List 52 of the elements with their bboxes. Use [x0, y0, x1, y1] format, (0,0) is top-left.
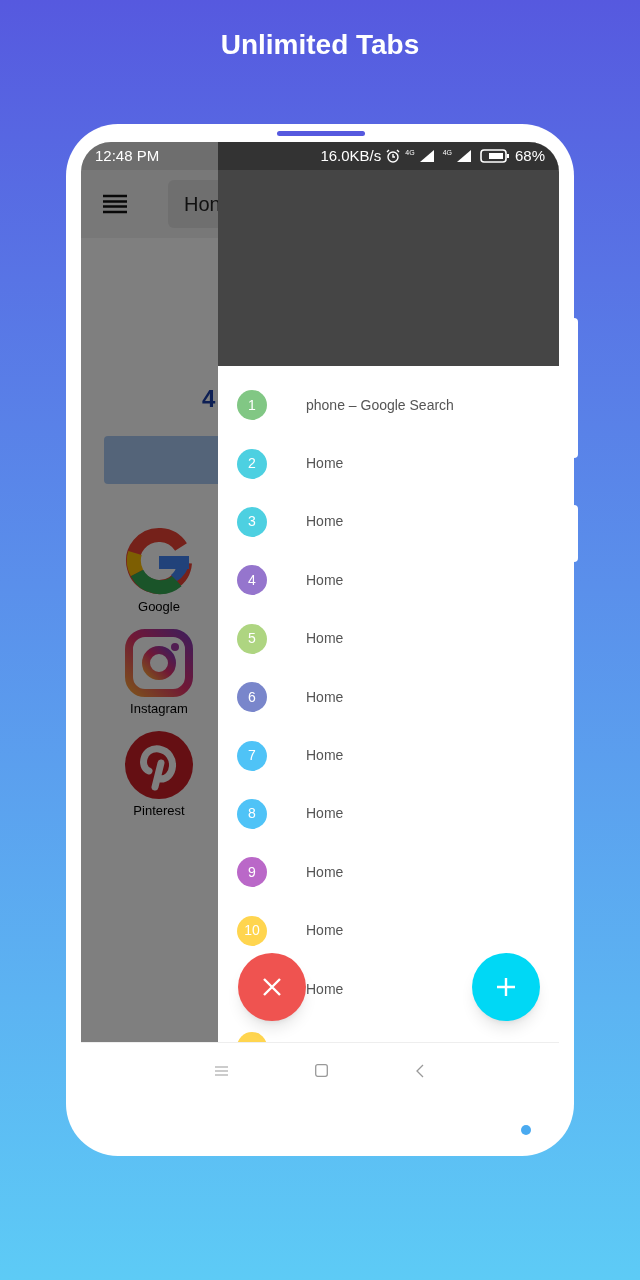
tab-title: Home	[306, 512, 344, 532]
battery-percent: 68%	[514, 145, 545, 166]
shortcut-label: Google	[138, 599, 180, 615]
tab-number: 4	[237, 565, 267, 596]
tab-title: Home	[306, 746, 344, 766]
tab-title: Home	[306, 454, 344, 474]
signal-icon	[456, 150, 471, 162]
tab-title: Home	[306, 979, 344, 999]
tab-number: 8	[237, 798, 267, 829]
home-icon[interactable]	[315, 1064, 328, 1077]
tab-number: 6	[237, 682, 267, 713]
tab-number: 7	[237, 740, 267, 771]
tab-item[interactable]: 8 Home	[218, 784, 559, 844]
tab-item[interactable]: 6 Home	[218, 667, 559, 727]
tab-title: Home	[306, 629, 344, 649]
tab-number: 1	[237, 390, 267, 421]
tab-number: 9	[237, 857, 267, 888]
tab-item[interactable]: 3 Home	[218, 492, 559, 552]
tab-title: Home	[306, 570, 344, 590]
tab-title: Home	[306, 862, 344, 882]
alarm-icon	[386, 149, 401, 163]
tab-item[interactable]: 9 Home	[218, 843, 559, 902]
tab-item[interactable]: 7 Home	[218, 726, 559, 785]
tab-title: Home	[306, 804, 344, 824]
tab-item[interactable]: 2 Home	[218, 434, 559, 493]
tab-item[interactable]: 1 phone – Google Search	[218, 376, 559, 435]
shortcut-icon[interactable]	[125, 527, 193, 595]
shortcut-icon[interactable]	[125, 731, 193, 799]
menu-icon[interactable]	[103, 194, 127, 214]
status-time: 12:48 PM	[95, 145, 160, 166]
signal-icon	[419, 150, 434, 162]
shortcut-icon[interactable]	[125, 629, 193, 697]
page-heading: 4	[202, 384, 216, 414]
back-icon[interactable]	[416, 1063, 424, 1078]
close-icon	[263, 978, 281, 996]
shortcut-label: Pinterest	[133, 803, 185, 819]
headline: Unlimited Tabs	[220, 28, 420, 62]
tab-number: 10	[237, 915, 267, 946]
tab-title: phone – Google Search	[306, 395, 454, 415]
battery-icon	[479, 149, 510, 163]
tab-item[interactable]: 4 Home	[218, 551, 559, 610]
shortcut-label: Instagram	[130, 701, 188, 717]
tab-item[interactable]: 10 Home	[218, 901, 559, 960]
network-speed: 16.0KB/s	[320, 145, 382, 166]
plus-icon	[497, 978, 515, 996]
tab-number: 2	[237, 448, 267, 479]
tab-number: 5	[237, 623, 267, 654]
tab-title: Home	[306, 921, 344, 941]
tab-item[interactable]: Home	[218, 959, 559, 1019]
tab-title: Home	[306, 687, 344, 707]
tab-number: 3	[237, 506, 267, 537]
tab-item[interactable]: 5 Home	[218, 609, 559, 668]
